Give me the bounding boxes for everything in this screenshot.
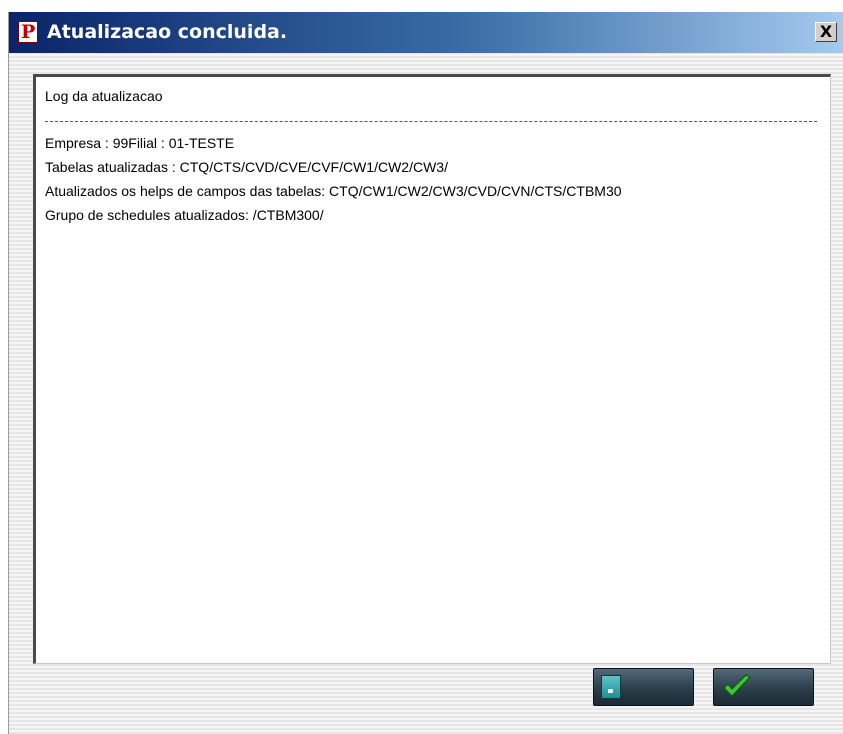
close-icon: X <box>819 22 833 41</box>
checkmark-icon <box>723 674 751 697</box>
document-icon <box>601 675 621 699</box>
title-bar[interactable]: P Atualizacao concluida. X <box>9 12 843 53</box>
dialog-window: P Atualizacao concluida. X Log da atuali… <box>8 12 843 734</box>
log-line-tabelas: Tabelas atualizadas : CTQ/CTS/CVD/CVE/CV… <box>45 159 448 175</box>
log-text-area[interactable]: Log da atualizacao Empresa : 99Filial : … <box>33 74 831 664</box>
close-button[interactable]: X <box>815 22 837 42</box>
document-button[interactable] <box>593 668 694 706</box>
window-title: Atualizacao concluida. <box>47 21 288 43</box>
log-header: Log da atualizacao <box>45 88 163 104</box>
log-line-helps: Atualizados os helps de campos das tabel… <box>45 183 622 199</box>
app-logo-letter: P <box>21 21 36 43</box>
log-line-empresa: Empresa : 99Filial : 01-TESTE <box>45 135 235 151</box>
log-line-schedules: Grupo de schedules atualizados: /CTBM300… <box>45 207 324 223</box>
app-logo-icon: P <box>18 21 38 43</box>
confirm-button[interactable] <box>713 668 814 706</box>
log-separator <box>45 121 817 122</box>
